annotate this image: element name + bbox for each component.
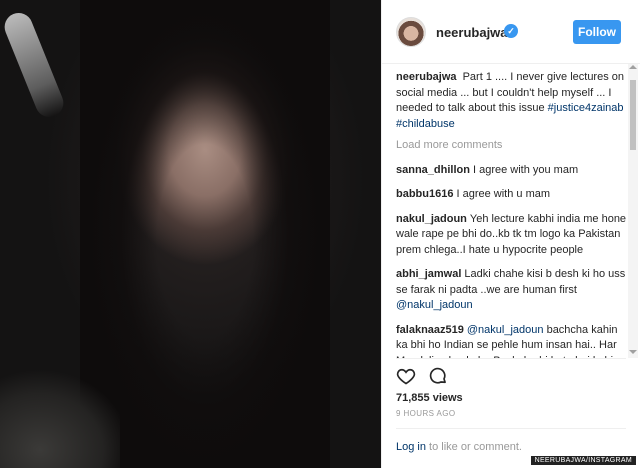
scroll-up-arrow-icon[interactable]	[629, 65, 637, 69]
post-author-username[interactable]: neerubajwa	[436, 25, 508, 40]
post-header: neerubajwa ✓ Follow	[382, 0, 640, 64]
caption: neerubajwa Part 1 .... I never give lect…	[396, 70, 628, 132]
post-video[interactable]	[0, 0, 381, 468]
list-item: sanna_dhillon I agree with you mam	[396, 163, 628, 179]
avatar[interactable]	[396, 17, 426, 47]
video-foreground-object	[0, 330, 120, 468]
scroll-down-arrow-icon[interactable]	[629, 350, 637, 354]
login-link[interactable]: Log in	[396, 441, 426, 453]
verified-badge-icon: ✓	[504, 24, 518, 38]
comment-username[interactable]: nakul_jadoun	[396, 213, 467, 225]
actions-divider	[396, 358, 626, 359]
login-prompt-text: to like or comment.	[425, 441, 522, 453]
post-timestamp[interactable]: 9 HOURS AGO	[396, 409, 456, 418]
comment-username[interactable]: abhi_jamwal	[396, 268, 461, 280]
post-side-panel: neerubajwa ✓ Follow neerubajwa Part 1 ..…	[382, 0, 640, 468]
comment-mention[interactable]: @nakul_jadoun	[396, 299, 473, 311]
login-prompt: Log in to like or comment.	[396, 441, 522, 453]
list-item: nakul_jadoun Yeh lecture kabhi india me h…	[396, 212, 628, 259]
heart-icon[interactable]	[396, 366, 416, 386]
list-item: falaknaaz519 @nakul_jadoun bachcha kahin …	[396, 323, 628, 359]
views-count: 71,855 views	[396, 392, 463, 404]
caption-username[interactable]: neerubajwa	[396, 71, 457, 83]
comment-text: I agree with u mam	[456, 188, 551, 200]
comment-username[interactable]: babbu1616	[396, 188, 453, 200]
comments-list[interactable]: neerubajwa Part 1 .... I never give lect…	[396, 70, 628, 358]
comment-username[interactable]: sanna_dhillon	[396, 164, 470, 176]
comment-icon[interactable]	[428, 366, 448, 386]
comments-scrollbar-thumb[interactable]	[630, 80, 636, 150]
comment-username[interactable]: falaknaaz519	[396, 324, 464, 336]
list-item: abhi_jamwal Ladki chahe kisi b desh ki ho…	[396, 267, 628, 314]
load-more-comments-link[interactable]: Load more comments	[396, 138, 628, 154]
image-credit: NEERUBAJWA/INSTAGRAM	[530, 456, 636, 465]
video-glare	[0, 8, 68, 122]
comment-mention[interactable]: @nakul_jadoun	[467, 324, 544, 336]
footer-divider	[396, 428, 626, 429]
comment-text: I agree with you mam	[472, 163, 579, 176]
follow-button[interactable]: Follow	[573, 20, 621, 44]
list-item: babbu1616 I agree with u mam	[396, 187, 628, 203]
